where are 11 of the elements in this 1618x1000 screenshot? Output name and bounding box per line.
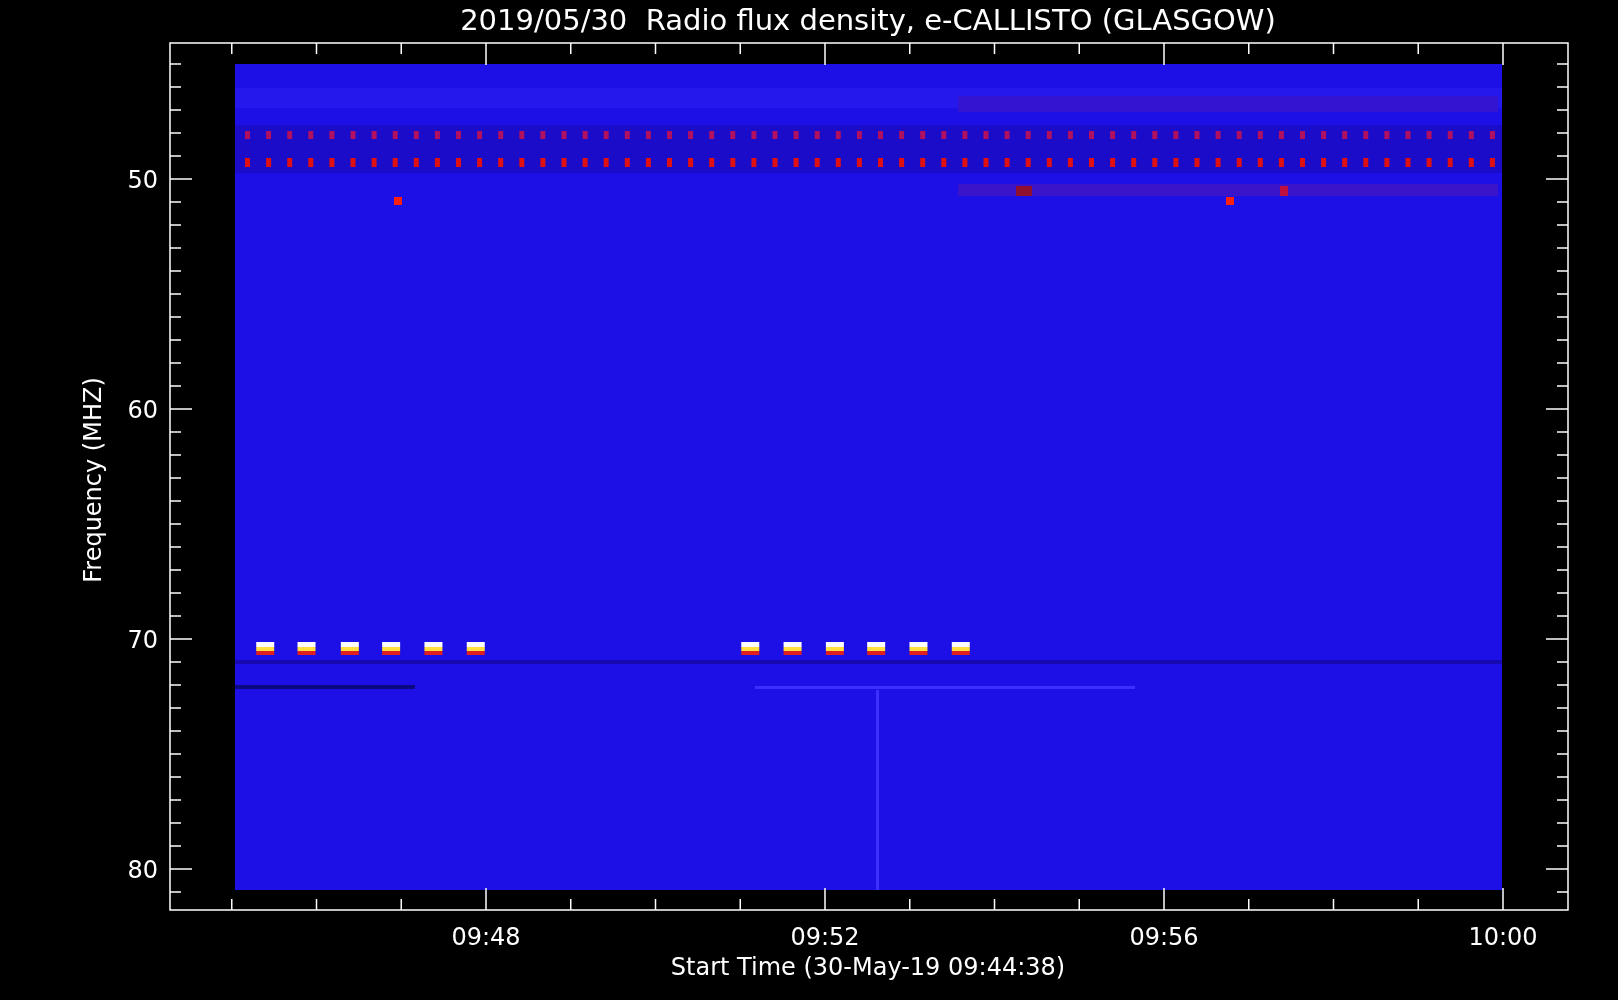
x-tick-label: 10:00 bbox=[1468, 923, 1538, 951]
x-tick-label: 09:52 bbox=[790, 923, 860, 951]
x-tick-label: 09:56 bbox=[1129, 923, 1199, 951]
x-axis-label: Start Time (30-May-19 09:44:38) bbox=[670, 953, 1066, 981]
x-tick-label: 09:48 bbox=[451, 923, 521, 951]
y-tick-label: 60 bbox=[127, 396, 158, 424]
y-tick-label: 50 bbox=[127, 166, 158, 194]
y-tick-label: 70 bbox=[127, 626, 158, 654]
y-axis-label: Frequency (MHZ) bbox=[79, 377, 107, 583]
y-tick-label: 80 bbox=[127, 856, 158, 884]
plot-title: 2019/05/30 Radio flux density, e-CALLISTO (GLASGOW) bbox=[460, 3, 1276, 37]
